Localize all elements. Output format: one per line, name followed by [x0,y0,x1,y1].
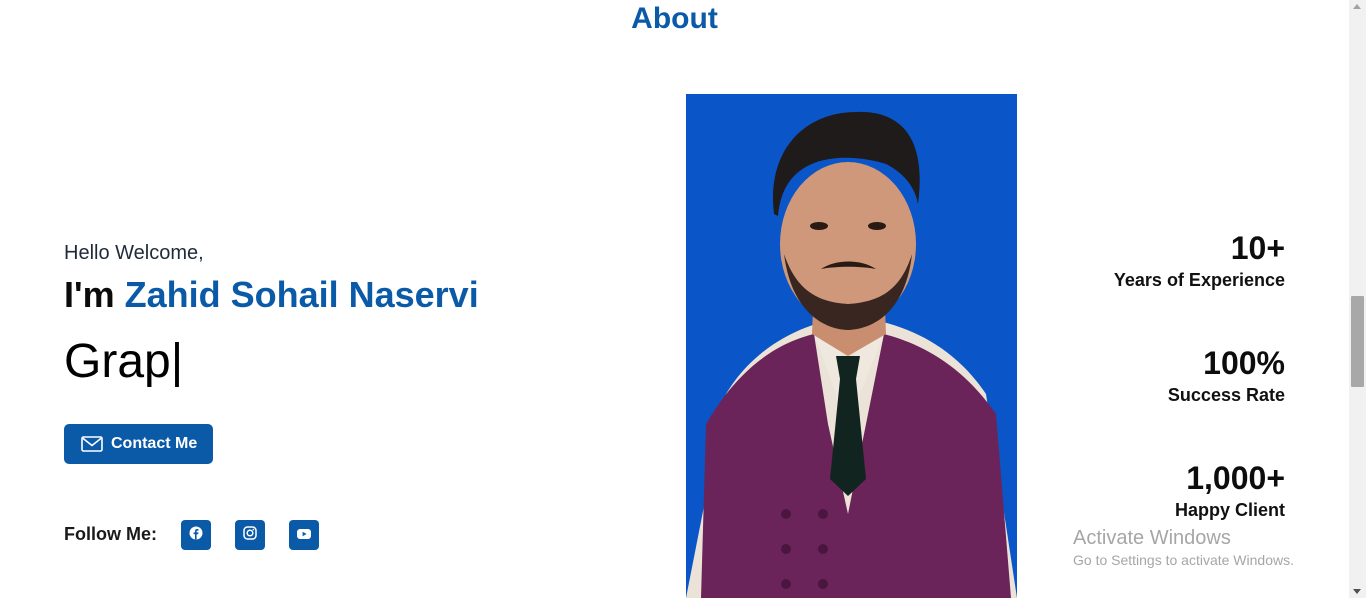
scroll-up-arrow-icon[interactable] [1353,4,1361,9]
stat-value: 100% [1203,345,1285,381]
stat-label: Happy Client [1174,500,1285,520]
profile-portrait [686,94,1017,598]
stat-experience: 10+ Years of Experience [1114,232,1285,291]
facebook-icon [189,526,203,545]
follow-me-label: Follow Me: [64,524,157,544]
name-prefix: I'm [64,274,125,315]
stat-value: 10+ [1230,230,1285,266]
instagram-icon [243,525,257,545]
vertical-scrollbar[interactable] [1349,0,1366,598]
stat-value: 1,000+ [1186,460,1285,496]
stat-label: Years of Experience [1113,270,1285,290]
stat-happy-client: 1,000+ Happy Client [1175,462,1285,521]
typed-text: Grap [64,335,171,388]
scrollbar-thumb[interactable] [1351,296,1364,387]
facebook-link[interactable] [181,520,211,550]
envelope-icon [81,436,103,452]
greeting-text: Hello Welcome, [64,242,204,264]
typing-caret: | [170,335,184,388]
youtube-link[interactable] [289,520,319,550]
watermark-subtitle: Go to Settings to activate Windows. [1073,552,1294,568]
typed-role-text: Grap| [64,334,183,389]
name-heading: I'm Zahid Sohail Naservi [64,274,479,316]
youtube-icon [297,526,311,544]
stat-success-rate: 100% Success Rate [1168,347,1285,406]
contact-me-button[interactable]: Contact Me [64,424,213,464]
scroll-down-arrow-icon[interactable] [1353,589,1361,594]
person-name: Zahid Sohail Naservi [124,274,479,315]
watermark-title: Activate Windows [1073,527,1231,549]
section-title: About [631,2,718,35]
activate-windows-watermark: Activate Windows Go to Settings to activ… [1073,527,1294,568]
instagram-link[interactable] [235,520,265,550]
stat-label: Success Rate [1167,385,1285,405]
contact-me-label: Contact Me [111,435,198,452]
